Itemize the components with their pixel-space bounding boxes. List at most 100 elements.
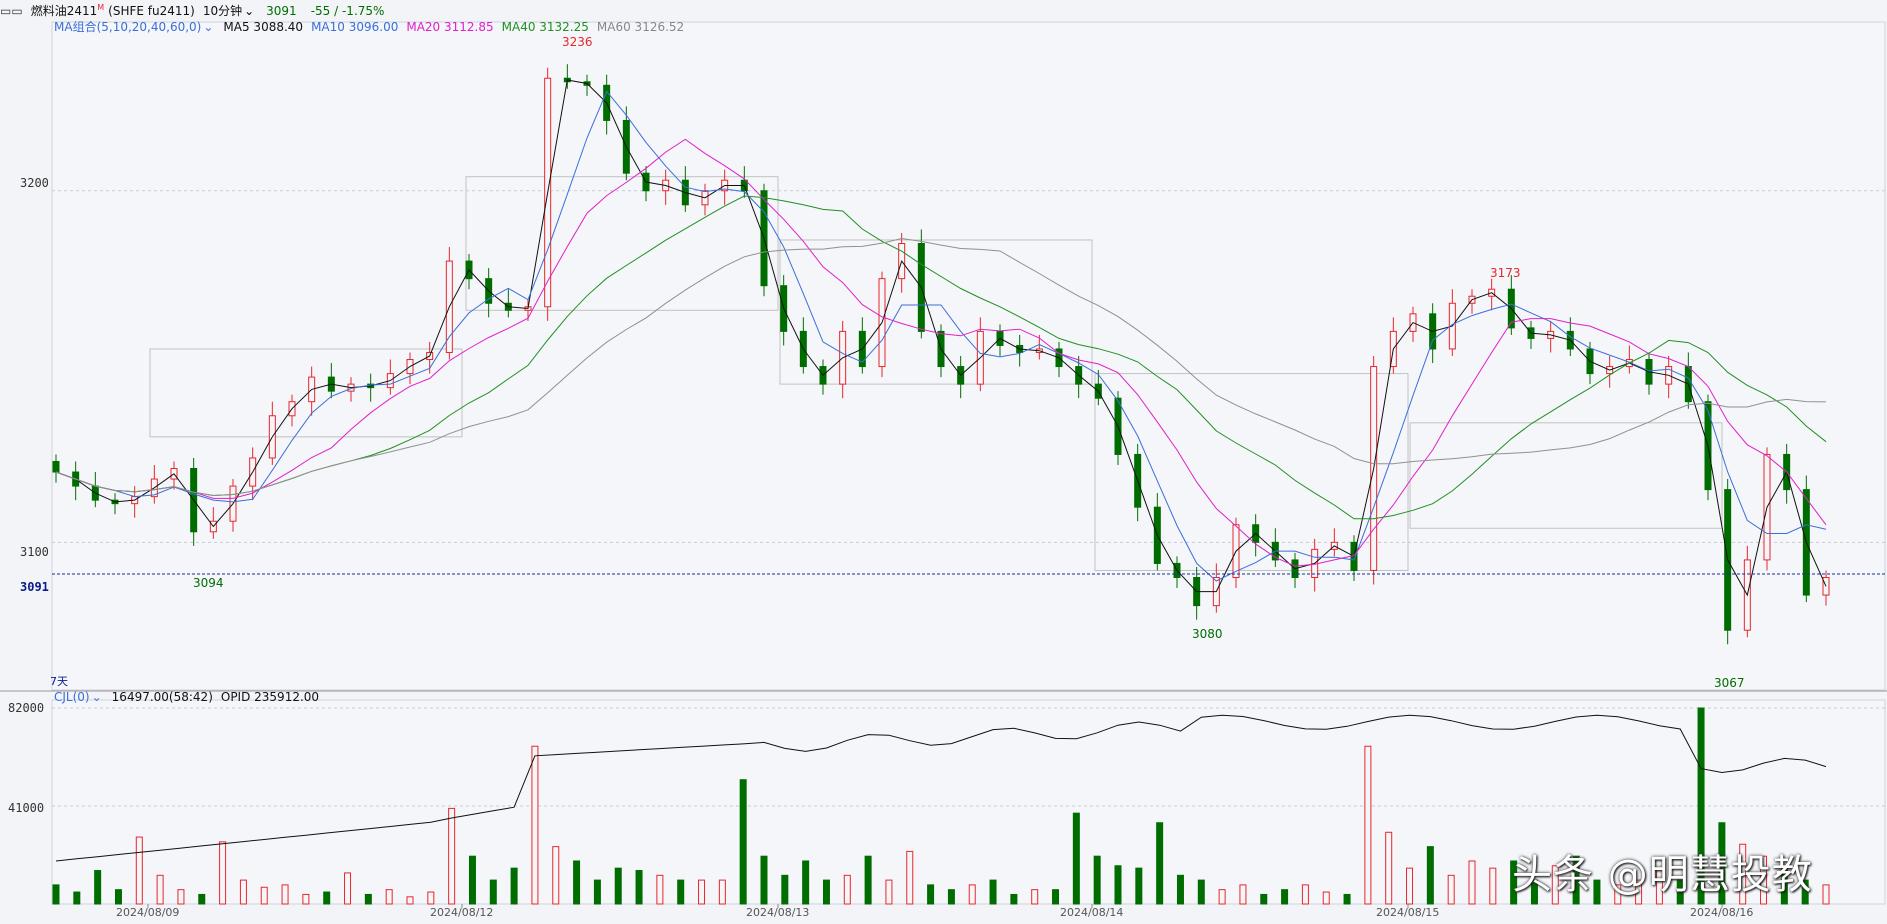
vol-tick-82000: 82000 <box>8 701 45 715</box>
volume-bar <box>239 879 247 905</box>
volume-bar <box>156 874 164 905</box>
volume-bar <box>198 893 206 905</box>
ma40-value: MA40 3132.25 <box>501 20 589 34</box>
ma20-value: MA20 3112.85 <box>406 20 494 34</box>
chevron-down-icon[interactable]: ⌄ <box>244 4 254 18</box>
volume-bar <box>635 870 643 905</box>
low-label: 3094 <box>193 576 224 590</box>
volume-bar <box>1197 879 1205 905</box>
volume-bar <box>656 874 664 905</box>
volume-bar <box>802 860 810 905</box>
volume-bar <box>781 874 789 905</box>
x-tick-date: 2024/08/16 <box>1690 906 1754 919</box>
volume-bar <box>718 879 726 905</box>
indicator-selector[interactable]: CJL(0) <box>54 690 90 704</box>
volume-bar <box>760 855 768 905</box>
volume-bar <box>1322 891 1330 905</box>
volume-bar <box>510 867 518 905</box>
volume-bar <box>281 884 289 905</box>
volume-bar <box>1468 860 1476 905</box>
volume-bar <box>1260 893 1268 905</box>
contract-code: (SHFE fu2411) <box>108 4 195 18</box>
low-label: 3067 <box>1714 676 1745 690</box>
volume-bar <box>1301 884 1309 905</box>
volume-bar <box>677 879 685 905</box>
y-tick-3200: 3200 <box>20 176 49 190</box>
volume-bar <box>1822 884 1830 905</box>
volume-bar <box>927 884 935 905</box>
watermark: 头条 @明慧投教 <box>1512 852 1813 898</box>
volume-bar <box>1135 867 1143 905</box>
volume-bar <box>1010 893 1018 905</box>
volume-bar <box>1385 831 1393 905</box>
volume-bar <box>489 879 497 905</box>
x-tick-date: 2024/08/09 <box>116 906 180 919</box>
volume-bar <box>1114 865 1122 905</box>
volume-bar <box>1156 822 1164 905</box>
volume-bar <box>1052 889 1060 905</box>
volume-bar <box>1281 889 1289 905</box>
volume-bar <box>94 870 102 905</box>
volume-bar <box>1426 846 1434 905</box>
period-selector[interactable]: 10分钟 <box>203 4 242 18</box>
volume-bar <box>885 879 893 905</box>
volume-bar <box>739 779 747 905</box>
volume-bar <box>968 884 976 905</box>
volume-bar <box>552 846 560 905</box>
kline-chart[interactable] <box>0 0 1887 924</box>
volume-bar <box>135 836 143 905</box>
volume-bar <box>302 893 310 905</box>
high-label: 3173 <box>1490 266 1521 280</box>
chart-window-icon[interactable]: ▭▭ <box>0 4 23 18</box>
contract-mark: M <box>97 3 105 12</box>
volume-bar <box>323 891 331 905</box>
y-tick-3100: 3100 <box>20 545 49 559</box>
volume-bar <box>822 879 830 905</box>
indicator-values: 16497.00(58:42) <box>111 690 213 704</box>
volume-bar <box>989 879 997 905</box>
volume-bar <box>177 889 185 905</box>
volume-bar <box>344 872 352 905</box>
high-label: 3236 <box>562 35 593 49</box>
x-tick-date: 2024/08/13 <box>746 906 810 919</box>
current-price-label: 3091 <box>20 580 49 594</box>
volume-bar <box>593 879 601 905</box>
volume-bar <box>947 889 955 905</box>
volume-bar <box>1406 867 1414 905</box>
volume-bar <box>573 860 581 905</box>
chevron-down-icon[interactable]: ⌄ <box>203 20 213 34</box>
volume-bar <box>614 867 622 905</box>
volume-bar <box>406 896 414 905</box>
vol-tick-41000: 41000 <box>8 801 45 815</box>
low-label: 3080 <box>1192 627 1223 641</box>
volume-bar <box>1447 874 1455 905</box>
volume-bar <box>698 879 706 905</box>
x-tick-date: 2024/08/12 <box>430 906 494 919</box>
volume-bar <box>260 886 268 905</box>
volume-bar <box>448 807 456 905</box>
volume-bar <box>364 893 372 905</box>
volume-bar <box>531 745 539 905</box>
ma60-value: MA60 3126.52 <box>596 20 685 34</box>
volume-bar <box>73 891 81 905</box>
chevron-down-icon[interactable]: ⌄ <box>92 690 102 704</box>
range-days-label: 7天 <box>50 675 68 688</box>
volume-bar <box>219 841 227 905</box>
volume-bar <box>1218 889 1226 905</box>
ma-group-selector[interactable]: MA组合(5,10,20,40,60,0) <box>54 20 201 34</box>
volume-bar <box>1489 867 1497 905</box>
volume-bar <box>1343 893 1351 905</box>
contract-name: 燃料油2411 <box>30 4 98 18</box>
volume-bar <box>864 855 872 905</box>
volume-bar <box>114 889 122 905</box>
candle-body <box>52 460 60 473</box>
indicator-header: CJL(0) ⌄ 16497.00(58:42) OPID 235912.00 <box>54 690 327 704</box>
open-interest-value: OPID 235912.00 <box>220 690 320 704</box>
x-tick-date: 2024/08/15 <box>1376 906 1440 919</box>
ma5-value: MA5 3088.40 <box>223 20 304 34</box>
volume-bar <box>1176 874 1184 905</box>
volume-bar <box>1072 812 1080 905</box>
volume-bar <box>906 850 914 905</box>
price-change: -55 / -1.75% <box>310 4 385 18</box>
ma-legend: MA组合(5,10,20,40,60,0) ⌄ MA5 3088.40 MA10 30… <box>54 18 692 36</box>
